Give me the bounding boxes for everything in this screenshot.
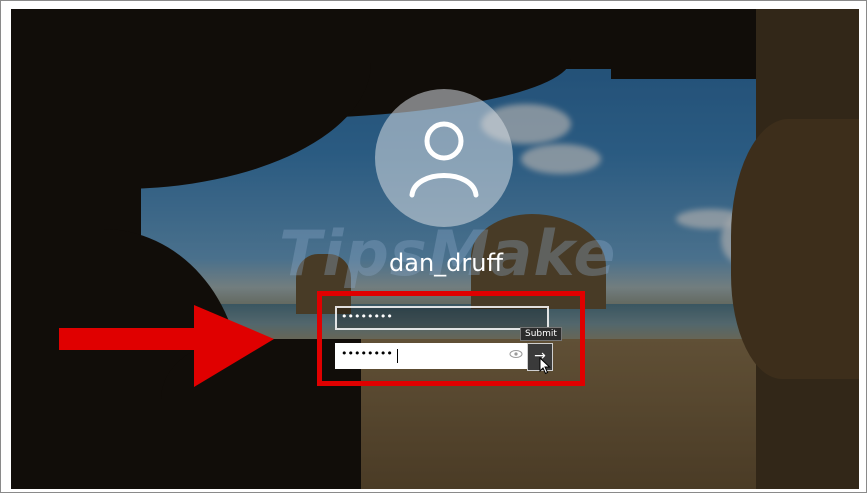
user-avatar xyxy=(375,89,513,227)
user-icon xyxy=(409,121,479,198)
username-label: dan_druff xyxy=(389,249,503,277)
screenshot-frame: TipsMake dan_druff •••••••• •••••••• → S… xyxy=(0,0,867,493)
red-arrow-annotation xyxy=(59,305,274,387)
highlight-box xyxy=(317,291,585,386)
lock-screen: TipsMake dan_druff •••••••• •••••••• → S… xyxy=(11,9,859,489)
